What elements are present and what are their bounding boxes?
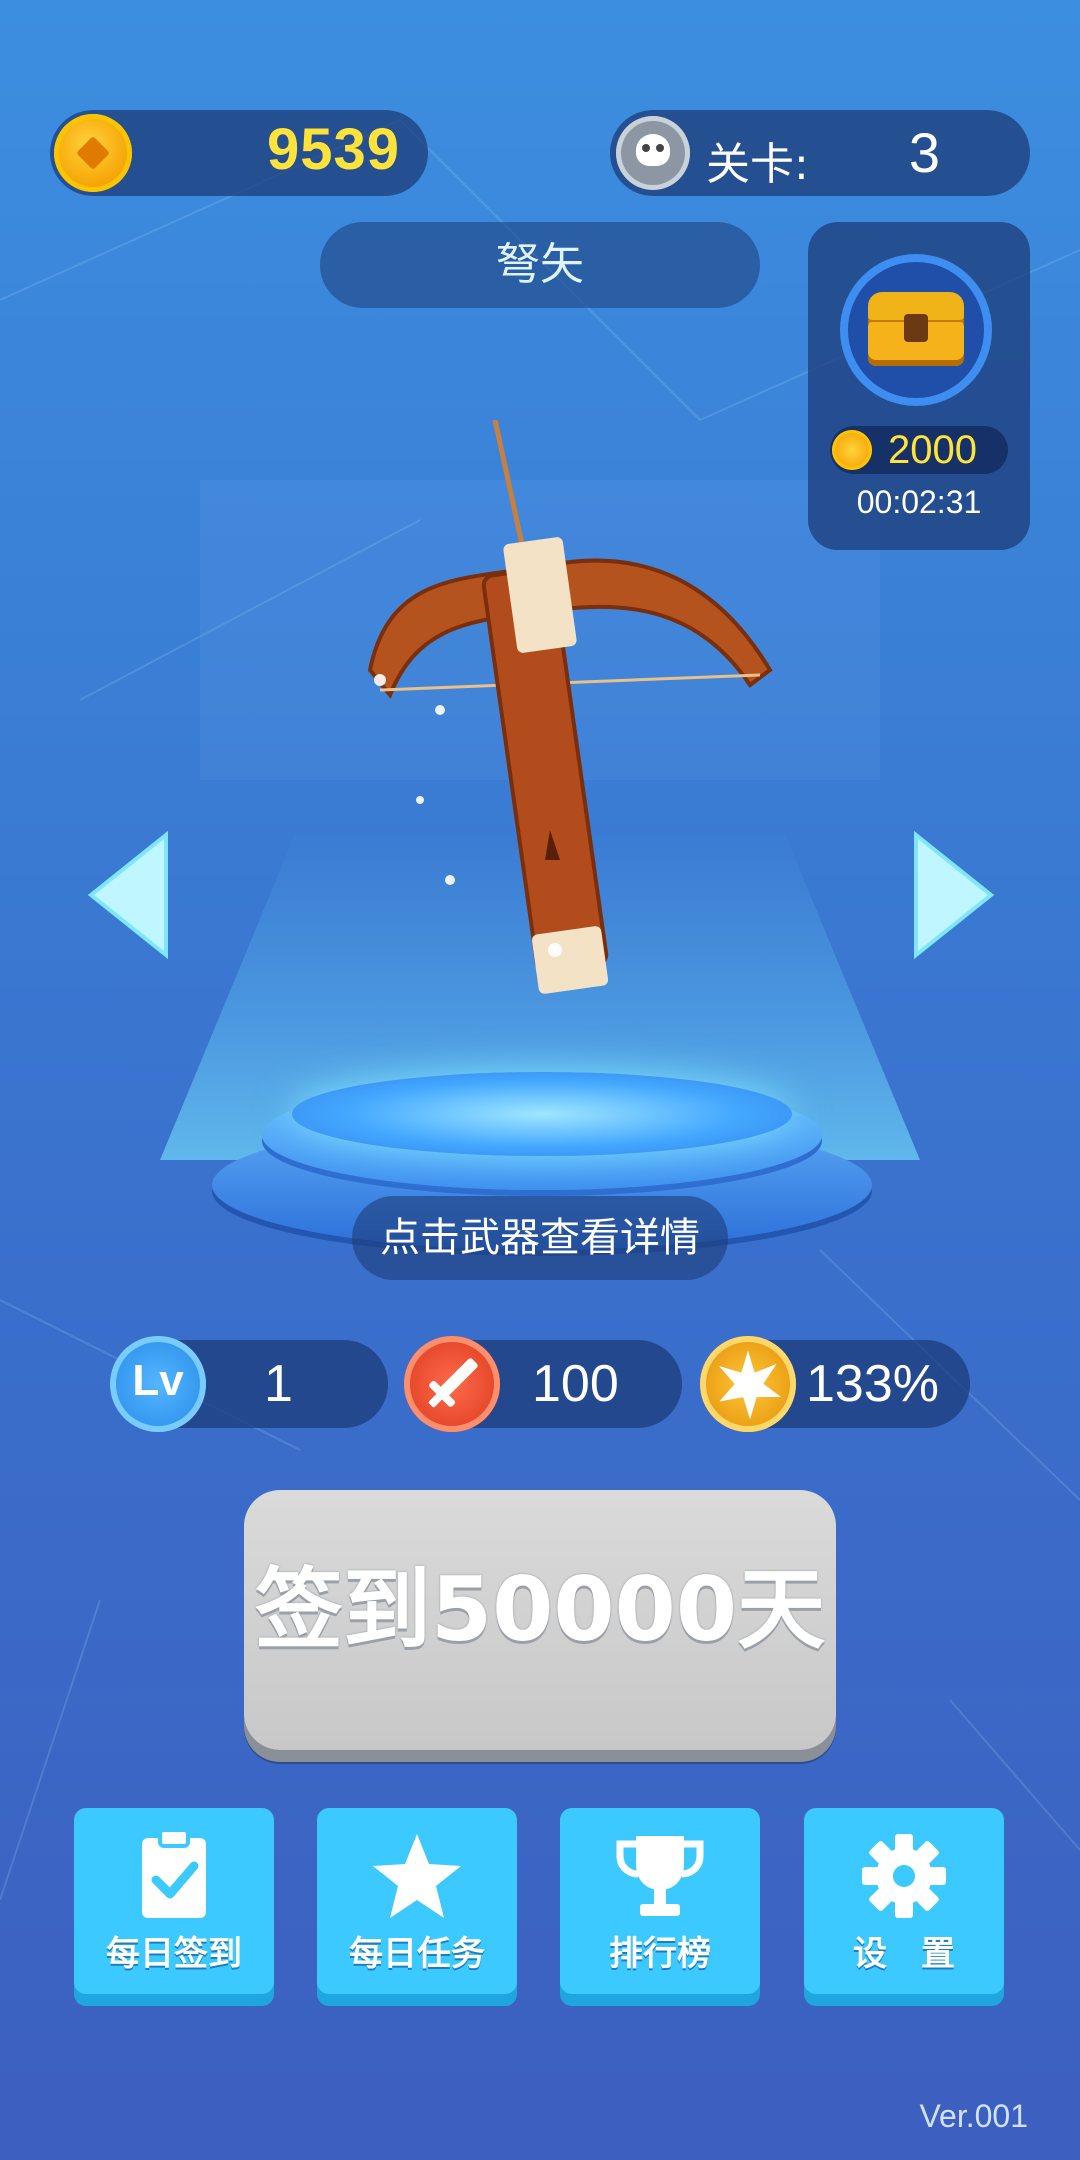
coin-amount: 9539 — [266, 117, 400, 182]
daily-checkin-button[interactable]: 每日签到 — [74, 1808, 274, 1994]
level-label: 关卡: — [706, 139, 809, 190]
lv-badge-text: Lv — [132, 1356, 184, 1405]
skull-icon — [616, 116, 690, 190]
attack-value: 100 — [532, 1355, 619, 1413]
next-weapon-arrow[interactable] — [906, 830, 996, 960]
sword-icon — [404, 1336, 500, 1432]
chest-reward-amount: 2000 — [888, 428, 977, 472]
previous-weapon-arrow[interactable] — [86, 830, 176, 960]
coin-balance: 9539 — [50, 110, 428, 196]
gear-icon — [862, 1834, 946, 1918]
sign-in-label: 签到50000天 — [254, 1558, 826, 1661]
level-badge-icon: Lv — [110, 1336, 206, 1432]
star-icon — [373, 1834, 461, 1918]
trophy-icon — [616, 1836, 704, 1916]
clipboard-check-icon — [142, 1828, 206, 1918]
chest-timer: 00:02:31 — [856, 484, 982, 520]
treasure-chest-icon — [868, 292, 964, 366]
weapon-name: 弩矢 — [320, 222, 760, 308]
crit-value: 133% — [806, 1355, 939, 1413]
leaderboard-button[interactable]: 排行榜 — [560, 1808, 760, 1994]
coin-icon — [54, 114, 132, 192]
version-label: Ver.001 — [919, 2098, 1028, 2134]
critical-burst-icon — [700, 1336, 796, 1432]
daily-tasks-label: 每日任务 — [349, 1934, 485, 1974]
chest-reward: 2000 — [830, 426, 1008, 474]
sign-in-button[interactable]: 签到50000天 — [244, 1490, 836, 1750]
coin-icon — [832, 430, 872, 470]
attack-stat: 100 — [404, 1336, 682, 1432]
daily-checkin-label: 每日签到 — [106, 1934, 242, 1974]
weapon-detail-hint[interactable]: 点击武器查看详情 — [352, 1196, 728, 1280]
settings-label: 设 置 — [853, 1934, 955, 1974]
weapon-level-value: 1 — [264, 1355, 293, 1413]
settings-button[interactable]: 设 置 — [804, 1808, 1004, 1994]
crossbow-weapon[interactable] — [350, 420, 790, 1020]
level-indicator: 关卡: 3 — [610, 110, 1030, 196]
level-value: 3 — [908, 121, 940, 184]
weapon-level-stat: Lv 1 — [110, 1336, 388, 1432]
daily-tasks-button[interactable]: 每日任务 — [317, 1808, 517, 1994]
pedestal-glow — [292, 1072, 792, 1156]
crit-stat: 133% — [700, 1336, 970, 1432]
leaderboard-label: 排行榜 — [609, 1934, 711, 1974]
treasure-chest-panel[interactable]: 2000 00:02:31 — [808, 222, 1030, 550]
chest-button[interactable] — [840, 254, 992, 406]
